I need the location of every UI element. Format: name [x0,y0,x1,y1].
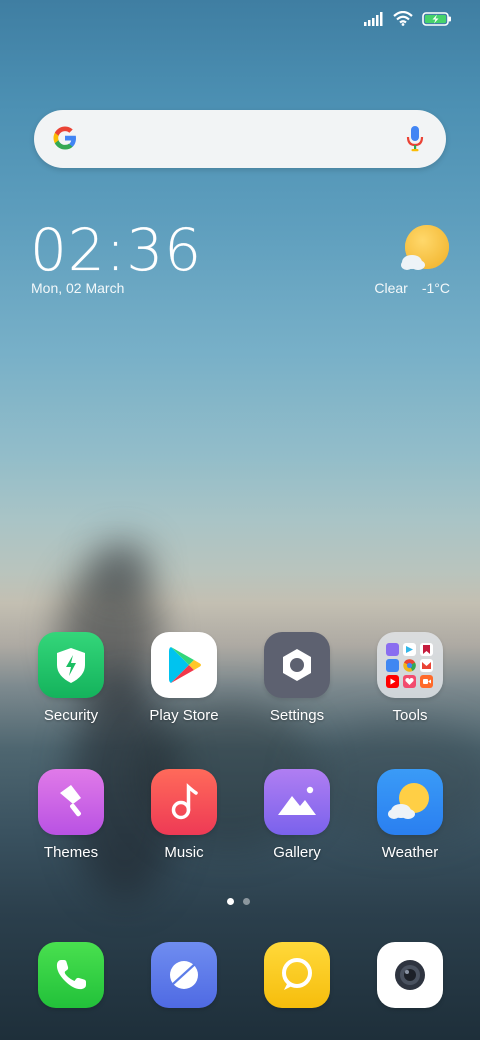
app-weather[interactable]: Weather [362,769,458,861]
app-label: Music [164,844,204,861]
app-label: Weather [381,844,439,861]
google-search-bar[interactable] [34,110,446,168]
app-music[interactable]: Music [136,769,232,861]
folder-icon [377,632,443,698]
app-label: Gallery [273,844,321,861]
paint-brush-icon [38,769,104,835]
sun-cloud-icon [377,769,443,835]
signal-icon [364,11,384,31]
app-label: Tools [392,707,428,724]
dock-camera[interactable] [377,942,443,1008]
clock-date[interactable]: Mon, 02 March [31,280,124,296]
weather-summary[interactable]: Clear -1°C [374,280,450,296]
dock-messaging[interactable] [151,942,217,1008]
chat-bubble-icon [282,958,312,990]
app-folder-tools[interactable]: Tools [362,632,458,724]
dock-phone[interactable] [38,942,104,1008]
app-label: Themes [43,844,99,861]
phone-icon [56,960,86,990]
app-play-store[interactable]: Play Store [136,632,232,724]
app-security[interactable]: Security [23,632,119,724]
google-g-icon [50,123,80,158]
weather-condition: Clear [374,280,408,296]
wallpaper-silhouette-head [95,540,150,595]
wifi-icon [393,10,413,31]
shield-bolt-icon [38,632,104,698]
mountain-photo-icon [264,769,330,835]
status-bar [364,10,452,32]
app-label: Security [43,707,99,724]
app-themes[interactable]: Themes [23,769,119,861]
app-settings[interactable]: Settings [249,632,345,724]
page-indicator[interactable] [227,898,250,905]
weather-temperature: -1°C [421,280,450,296]
dock-chat[interactable] [264,942,330,1008]
app-label: Play Store [149,707,219,724]
sun-cloud-icon[interactable] [398,224,452,278]
app-gallery[interactable]: Gallery [249,769,345,861]
page-dot-active[interactable] [227,898,234,905]
app-label: Settings [269,707,325,724]
microphone-icon[interactable] [406,125,424,158]
music-note-icon [151,769,217,835]
play-store-icon [151,632,217,698]
clock-time[interactable]: 02:36 [30,218,202,282]
camera-icon [395,960,425,990]
battery-charging-icon [422,11,452,31]
page-dot[interactable] [243,898,250,905]
messaging-icon [170,961,198,989]
gear-icon [264,632,330,698]
